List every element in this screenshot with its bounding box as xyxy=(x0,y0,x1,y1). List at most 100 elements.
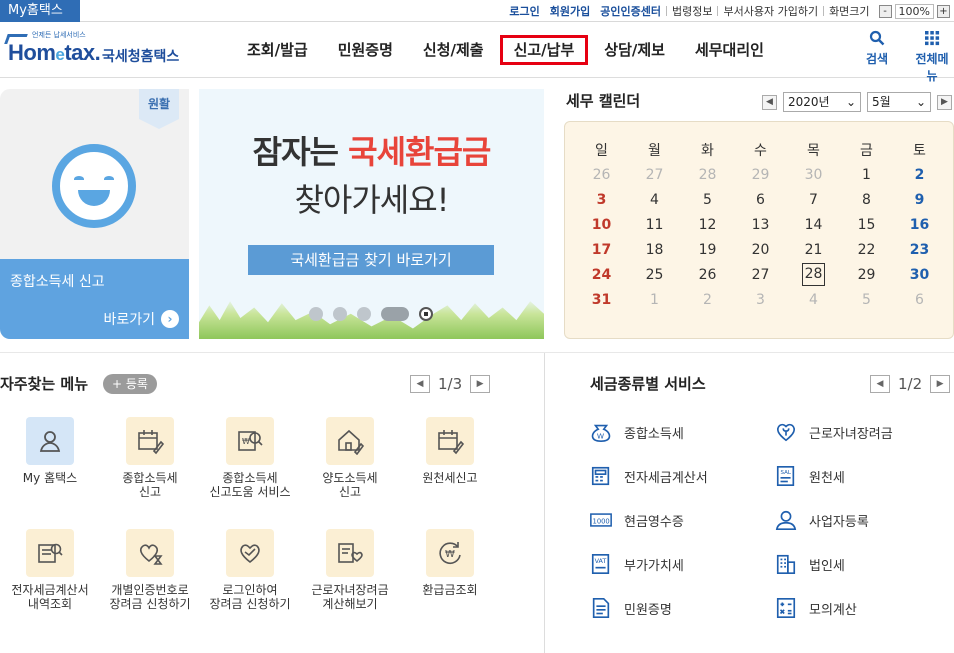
nav-apply-submit[interactable]: 신청/제출 xyxy=(409,35,498,65)
calendar-day[interactable]: 5 xyxy=(840,287,893,312)
prev-page-button[interactable]: ◀ xyxy=(870,375,890,393)
nav-consult-report[interactable]: 상담/제보 xyxy=(590,35,679,65)
calendar-day[interactable]: 28 xyxy=(681,162,734,187)
calendar-day[interactable]: 21 xyxy=(787,237,840,262)
calendar-day[interactable]: 27 xyxy=(734,262,787,287)
calendar-day[interactable]: 2 xyxy=(681,287,734,312)
dept-user-signup-link[interactable]: 부서사용자 가입하기 xyxy=(718,3,823,19)
favorite-menu-item[interactable]: ₩ 종합소득세 신고도움 서비스 xyxy=(200,417,300,499)
tax-service-item[interactable]: VAT 부가가치세 xyxy=(590,553,684,575)
calendar-day[interactable]: 29 xyxy=(734,162,787,187)
prev-month-button[interactable]: ◀ xyxy=(762,94,777,110)
next-page-button[interactable]: ▶ xyxy=(470,375,491,393)
favorite-menu-item[interactable]: 로그인하여 장려금 신청하기 xyxy=(200,529,300,611)
tax-service-item[interactable]: 1000 현금영수증 xyxy=(590,509,684,531)
calendar-day[interactable]: 11 xyxy=(628,212,681,237)
calendar-day[interactable]: 30 xyxy=(787,162,840,187)
tax-service-item[interactable]: W 종합소득세 xyxy=(590,421,684,443)
calendar-day[interactable]: 28 xyxy=(787,262,840,287)
refund-banner[interactable]: 잠자는 국세환급금 찾아가세요! 국세환급금 찾기 바로가기 xyxy=(199,89,544,339)
calendar-day[interactable]: 3 xyxy=(734,287,787,312)
calendar-day[interactable]: 19 xyxy=(681,237,734,262)
login-link[interactable]: 로그인 xyxy=(504,3,544,19)
calendar-day[interactable]: 12 xyxy=(681,212,734,237)
calendar-day[interactable]: 4 xyxy=(628,187,681,212)
calendar-day[interactable]: 6 xyxy=(734,187,787,212)
weekday-label: 화 xyxy=(701,142,714,159)
nav-report-pay[interactable]: 신고/납부 xyxy=(499,35,589,65)
favorite-menu-item[interactable]: 전자세금계산서 내역조회 xyxy=(0,529,100,611)
calendar-day[interactable]: 9 xyxy=(893,187,946,212)
calendar-day[interactable]: 30 xyxy=(893,262,946,287)
nav-tax-agent[interactable]: 세무대리인 xyxy=(681,35,778,65)
favorite-menu-item[interactable]: ₩ 환급금조회 xyxy=(400,529,500,597)
calendar-day[interactable]: 25 xyxy=(628,262,681,287)
calendar-day[interactable]: 29 xyxy=(840,262,893,287)
calendar-day[interactable]: 31 xyxy=(575,287,628,312)
favorite-menu-item[interactable]: My 홈택스 xyxy=(0,417,100,485)
next-page-button[interactable]: ▶ xyxy=(930,375,951,393)
all-menu-button[interactable]: 전체메뉴 xyxy=(910,30,954,84)
calendar-day[interactable]: 10 xyxy=(575,212,628,237)
calendar-day[interactable]: 5 xyxy=(681,187,734,212)
calendar-day[interactable]: 18 xyxy=(628,237,681,262)
calendar-day[interactable]: 7 xyxy=(787,187,840,212)
year-select[interactable]: 2020년 ⌄ xyxy=(783,92,861,112)
favorite-menu-item[interactable]: 원천세신고 xyxy=(400,417,500,485)
favorite-menu-item[interactable]: 양도소득세 신고 xyxy=(300,417,400,499)
calendar-day[interactable]: 20 xyxy=(734,237,787,262)
nav-inquiry-issue[interactable]: 조회/발급 xyxy=(233,35,322,65)
month-select[interactable]: 5월 ⌄ xyxy=(867,92,931,112)
my-hometax-tab[interactable]: My홈택스 xyxy=(0,0,80,22)
prev-page-button[interactable]: ◀ xyxy=(410,375,430,393)
calendar-day[interactable]: 3 xyxy=(575,187,628,212)
calendar-day[interactable]: 6 xyxy=(893,287,946,312)
search-button[interactable]: 검색 xyxy=(866,30,888,67)
tax-service-item[interactable]: 근로자녀장려금 xyxy=(775,421,893,443)
tax-service-item[interactable]: 민원증명 xyxy=(590,597,672,619)
law-info-link[interactable]: 법령정보 xyxy=(667,3,717,19)
calendar-day[interactable]: 1 xyxy=(840,162,893,187)
tax-service-item[interactable]: SAL 원천세 xyxy=(775,465,845,487)
main-navigation: 조회/발급 민원증명 신청/제출 신고/납부 상담/제보 세무대리인 xyxy=(232,22,779,78)
tax-service-item[interactable]: 법인세 xyxy=(775,553,845,575)
carousel-dot-active[interactable] xyxy=(381,307,409,321)
calendar-day[interactable]: 16 xyxy=(893,212,946,237)
favorite-menu-item[interactable]: 종합소득세 신고 xyxy=(100,417,200,499)
next-month-button[interactable]: ▶ xyxy=(937,94,952,110)
nav-civil-certificate[interactable]: 민원증명 xyxy=(324,35,407,65)
zoom-out-button[interactable]: - xyxy=(878,4,892,18)
carousel-dot[interactable] xyxy=(333,307,347,321)
calendar-day[interactable]: 14 xyxy=(787,212,840,237)
calendar-day[interactable]: 27 xyxy=(628,162,681,187)
income-tax-promo-card[interactable]: 원활 종합소득세 신고 바로가기 › xyxy=(0,89,189,339)
favorite-label-line1: 종합소득세 xyxy=(122,471,178,485)
calendar-day[interactable]: 1 xyxy=(628,287,681,312)
carousel-dot[interactable] xyxy=(357,307,371,321)
tax-service-item[interactable]: 전자세금계산서 xyxy=(590,465,708,487)
tax-service-item[interactable]: 사업자등록 xyxy=(775,509,869,531)
calendar-day[interactable]: 26 xyxy=(681,262,734,287)
favorite-menu-item[interactable]: 개별인증번호로 장려금 신청하기 xyxy=(100,529,200,611)
zoom-in-button[interactable]: + xyxy=(937,4,950,18)
hometax-logo[interactable]: 언제든 납세서비스 Hometax. 국세청홈택스 xyxy=(4,30,194,72)
favorite-menu-item[interactable]: 근로자녀장려금 계산해보기 xyxy=(300,529,400,611)
calendar-day[interactable]: 23 xyxy=(893,237,946,262)
calendar-day[interactable]: 8 xyxy=(840,187,893,212)
add-favorite-button[interactable]: + 등록 xyxy=(103,374,157,394)
refund-search-button[interactable]: 국세환급금 찾기 바로가기 xyxy=(248,245,494,275)
calendar-day[interactable]: 2 xyxy=(893,162,946,187)
calendar-day[interactable]: 26 xyxy=(575,162,628,187)
tax-service-item[interactable]: 모의계산 xyxy=(775,597,857,619)
calendar-day[interactable]: 17 xyxy=(575,237,628,262)
calendar-day[interactable]: 4 xyxy=(787,287,840,312)
calendar-day[interactable]: 24 xyxy=(575,262,628,287)
calendar-day[interactable]: 22 xyxy=(840,237,893,262)
promo-go-link[interactable]: 바로가기 › xyxy=(103,309,179,329)
calendar-day[interactable]: 13 xyxy=(734,212,787,237)
certificate-center-link[interactable]: 공인인증센터 xyxy=(595,3,666,19)
calendar-day[interactable]: 15 xyxy=(840,212,893,237)
pause-icon[interactable] xyxy=(419,307,433,321)
carousel-dot[interactable] xyxy=(309,307,323,321)
signup-link[interactable]: 회원가입 xyxy=(545,3,595,19)
